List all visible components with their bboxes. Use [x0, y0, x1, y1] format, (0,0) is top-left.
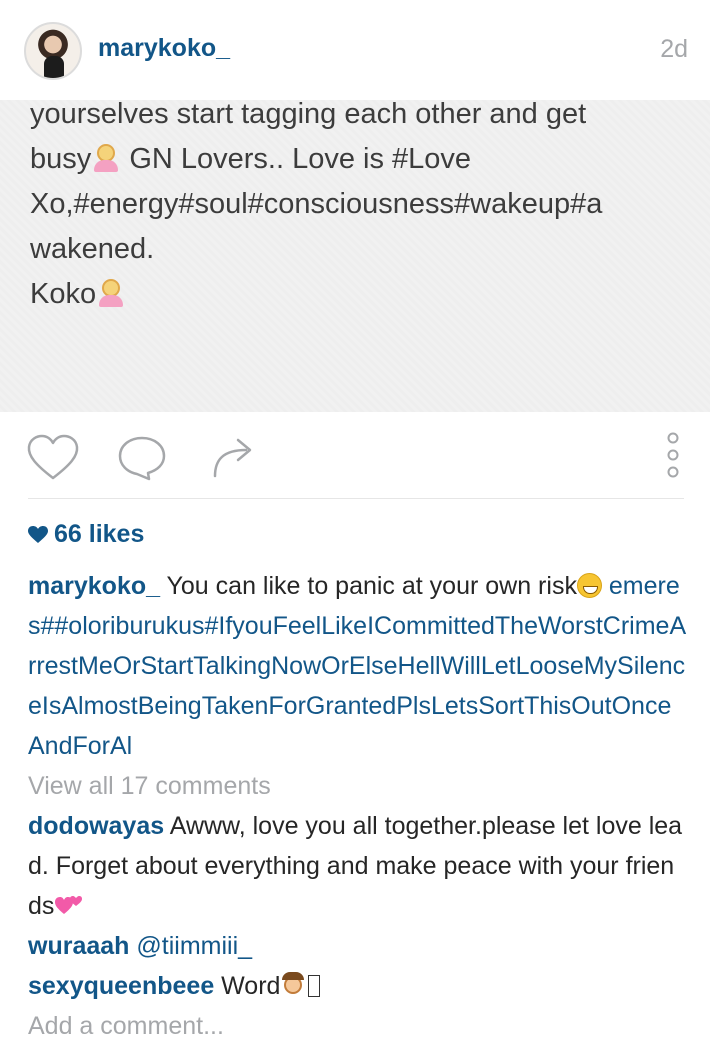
comment-text: Word	[214, 972, 281, 1000]
bowing-person-emoji-icon	[280, 972, 306, 998]
woman-raising-hand-emoji-icon	[91, 142, 121, 174]
speech-bubble-icon[interactable]	[116, 434, 168, 482]
comment-item: wuraaah @tiimmiii_	[28, 926, 688, 966]
post-header: marykoko_ 2d	[0, 0, 710, 100]
comment-item: sexyqueenbeee Word	[28, 966, 688, 1006]
image-text-line-2b: GN Lovers.. Love is #Love	[121, 143, 472, 175]
caption-block: marykoko_ You can like to panic at your …	[28, 566, 688, 1006]
caption-username[interactable]: marykoko_	[28, 572, 160, 600]
divider	[28, 498, 684, 499]
grinning-sweat-emoji-icon	[576, 573, 602, 598]
view-all-comments-link[interactable]: View all 17 comments	[28, 766, 688, 806]
caption-text: You can like to panic at your own risk	[160, 572, 577, 600]
caption: marykoko_ You can like to panic at your …	[28, 566, 688, 766]
vertical-dots-icon[interactable]	[662, 430, 684, 482]
likes-count[interactable]: 66 likes	[28, 520, 144, 549]
add-comment-input[interactable]: Add a comment...	[28, 1012, 224, 1041]
post-username[interactable]: marykoko_	[98, 34, 230, 63]
heart-outline-icon[interactable]	[26, 434, 80, 482]
two-hearts-emoji-icon	[55, 896, 83, 914]
image-text-line-5: Koko	[30, 278, 97, 310]
avatar[interactable]	[24, 22, 82, 80]
likes-text: 66 likes	[54, 520, 145, 548]
image-text-line-1: yourselves start tagging each other and …	[30, 98, 587, 130]
post-image-text: yourselves start tagging each other and …	[30, 92, 690, 317]
post-time: 2d	[660, 35, 688, 63]
comment-username[interactable]: wuraaah	[28, 932, 129, 960]
image-text-line-3: Xo,#energy#soul#consciousness#wakeup#a	[30, 188, 603, 220]
post-image[interactable]: yourselves start tagging each other and …	[0, 98, 710, 412]
share-arrow-icon[interactable]	[208, 434, 258, 480]
image-text-line-4: wakened.	[30, 233, 155, 265]
comment-username[interactable]: sexyqueenbeee	[28, 972, 214, 1000]
comment-mention[interactable]: @tiimmiii_	[129, 932, 252, 960]
image-text-line-2a: busy	[30, 143, 92, 175]
action-bar	[0, 412, 710, 500]
woman-raising-hand-emoji-icon	[96, 277, 126, 309]
comment-username[interactable]: dodowayas	[28, 812, 164, 840]
missing-glyph-icon	[308, 975, 321, 997]
caption-hashtags[interactable]: emeres##oloriburukus#IfyouFeelLikeICommi…	[28, 572, 686, 760]
comment-item: dodowayas Awww, love you all together.pl…	[28, 806, 688, 926]
heart-filled-icon	[28, 526, 48, 543]
